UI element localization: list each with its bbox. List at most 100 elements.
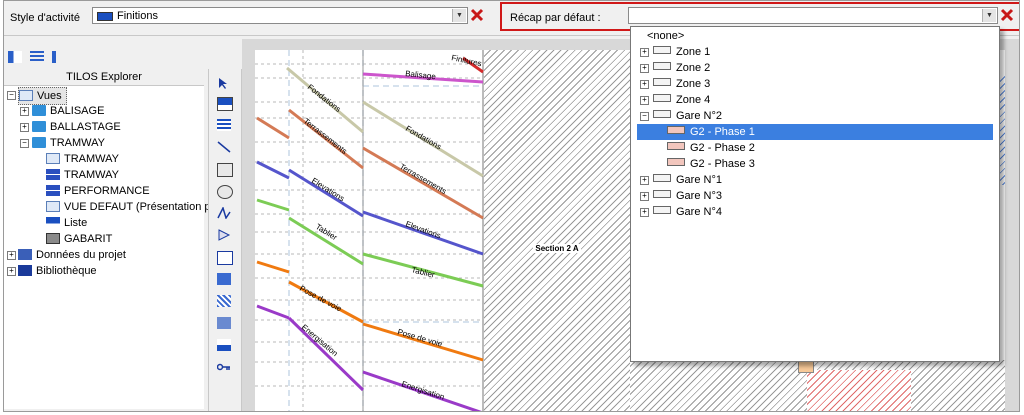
zone-icon bbox=[653, 174, 671, 182]
clear-recap-icon[interactable] bbox=[1000, 8, 1014, 22]
line-tool-icon[interactable] bbox=[217, 141, 231, 153]
zone-icon bbox=[653, 94, 671, 102]
expand-toggle-icon[interactable]: + bbox=[7, 267, 16, 276]
dd-item-gare3[interactable]: Gare N°3 bbox=[653, 188, 722, 204]
folder-open-icon bbox=[32, 137, 46, 148]
ellipse-tool-icon[interactable] bbox=[217, 185, 233, 199]
expand-toggle-icon[interactable]: + bbox=[20, 107, 29, 116]
expand-toggle-icon[interactable]: + bbox=[640, 192, 649, 201]
zone-icon bbox=[653, 206, 671, 214]
pattern-tool-icon[interactable] bbox=[217, 295, 231, 307]
dd-item-gare1[interactable]: Gare N°1 bbox=[653, 172, 722, 188]
red-hatch-area bbox=[807, 370, 911, 411]
tree-item-balisage[interactable]: BALISAGE bbox=[32, 103, 104, 119]
phase-icon bbox=[667, 126, 685, 134]
grid-view-icon bbox=[46, 153, 60, 164]
blue-hatch-area bbox=[1000, 75, 1005, 185]
triangle-tool-icon[interactable] bbox=[217, 229, 231, 241]
bars-view-icon bbox=[46, 169, 60, 180]
style-swatch-icon bbox=[97, 12, 113, 21]
activity-style-combo[interactable]: Finitions ▼ bbox=[92, 7, 468, 24]
tree-item-tramway-grid[interactable]: TRAMWAY bbox=[46, 151, 119, 167]
key-tool-icon[interactable] bbox=[216, 361, 231, 373]
zone-icon bbox=[653, 46, 671, 54]
collapse-tree-icon[interactable] bbox=[30, 51, 45, 63]
tree-item-vue-defaut[interactable]: VUE DEFAUT (Présentation pa bbox=[46, 199, 217, 215]
tree-item-bibliotheque[interactable]: Bibliothèque bbox=[18, 263, 97, 279]
list-view-icon bbox=[46, 217, 60, 228]
dd-item-zone1[interactable]: Zone 1 bbox=[653, 44, 710, 60]
dd-item-g2-phase2[interactable]: G2 - Phase 2 bbox=[667, 140, 755, 156]
application-window: Style d'activité Finitions ▼ Récap par d… bbox=[3, 0, 1020, 412]
paint-tool-icon[interactable] bbox=[217, 273, 231, 285]
tilos-explorer-panel: TILOS Explorer − Vues + BALISAGE + BALLA… bbox=[4, 69, 217, 409]
label-terrassements-2: Terrassements bbox=[398, 162, 448, 196]
expand-toggle-icon[interactable]: + bbox=[640, 176, 649, 185]
folder-icon bbox=[32, 121, 46, 132]
tree-item-tramway-folder[interactable]: TRAMWAY bbox=[32, 135, 105, 151]
dd-item-g2-phase1[interactable]: G2 - Phase 1 bbox=[637, 124, 993, 140]
expand-toggle-icon[interactable]: + bbox=[7, 251, 16, 260]
expand-toggle-icon[interactable]: + bbox=[640, 208, 649, 217]
explorer-title: TILOS Explorer bbox=[4, 69, 204, 86]
label-finitures: Finitures bbox=[451, 53, 483, 68]
dd-item-none[interactable]: <none> bbox=[647, 28, 684, 44]
expand-toggle-icon[interactable]: + bbox=[640, 48, 649, 57]
zone-icon bbox=[653, 110, 671, 118]
text-tool-icon[interactable] bbox=[217, 251, 233, 265]
label-energisation-1: Energisation bbox=[300, 323, 340, 358]
dd-item-zone3[interactable]: Zone 3 bbox=[653, 76, 710, 92]
label-energisation-2: Energisation bbox=[400, 379, 445, 401]
rectangle-tool-icon[interactable] bbox=[217, 163, 233, 177]
tree-view-icon[interactable] bbox=[52, 51, 67, 63]
tree-item-ballastage[interactable]: BALLASTAGE bbox=[32, 119, 121, 135]
expand-tree-icon[interactable] bbox=[8, 51, 22, 63]
chevron-down-icon[interactable]: ▼ bbox=[982, 9, 996, 22]
recap-combo[interactable]: ▼ bbox=[628, 7, 998, 24]
tree-item-performance[interactable]: PERFORMANCE bbox=[46, 183, 150, 199]
expand-toggle-icon[interactable]: + bbox=[640, 80, 649, 89]
pointer-tool-icon[interactable] bbox=[217, 77, 231, 89]
label-pose-de-voie-1: Pose de voie bbox=[298, 284, 344, 314]
printer-icon bbox=[46, 233, 60, 244]
label-balisage: Balisage bbox=[405, 69, 437, 81]
phase-icon bbox=[667, 142, 685, 150]
multi-bar-tool-icon[interactable] bbox=[217, 119, 231, 131]
tree-item-donnees[interactable]: Données du projet bbox=[18, 247, 126, 263]
tree-item-tramway-bars[interactable]: TRAMWAY bbox=[46, 167, 119, 183]
label-terrassements-1: Terrassements bbox=[302, 116, 349, 155]
dd-item-gare4[interactable]: Gare N°4 bbox=[653, 204, 722, 220]
views-icon bbox=[19, 90, 33, 101]
tree-item-liste[interactable]: Liste bbox=[46, 215, 87, 231]
expand-toggle-icon[interactable]: + bbox=[20, 123, 29, 132]
project-data-icon bbox=[18, 249, 32, 260]
expand-toggle-icon[interactable]: + bbox=[640, 64, 649, 73]
clear-style-icon[interactable] bbox=[470, 8, 484, 22]
book-icon bbox=[18, 265, 32, 276]
collapse-toggle-icon[interactable]: − bbox=[20, 139, 29, 148]
polyline-tool-icon[interactable] bbox=[217, 205, 231, 220]
bars-view-icon bbox=[46, 185, 60, 196]
image-tool-icon[interactable] bbox=[217, 317, 231, 329]
bar-tool-icon[interactable] bbox=[217, 97, 233, 111]
activity-style-value: Finitions bbox=[117, 10, 158, 22]
recap-dropdown-list[interactable]: <none> + Zone 1 + Zone 2 + Zone 3 + Zone… bbox=[630, 26, 1000, 362]
phase-icon bbox=[667, 158, 685, 166]
import-tool-icon[interactable] bbox=[217, 339, 231, 351]
grid-view-icon bbox=[46, 201, 60, 212]
activity-style-label: Style d'activité bbox=[10, 12, 80, 24]
zone-icon bbox=[653, 62, 671, 70]
collapse-toggle-icon[interactable]: − bbox=[7, 91, 16, 100]
dd-item-zone2[interactable]: Zone 2 bbox=[653, 60, 710, 76]
label-fondations-2: Fondations bbox=[404, 124, 443, 152]
tree-item-gabarit[interactable]: GABARIT bbox=[46, 231, 112, 247]
chevron-down-icon[interactable]: ▼ bbox=[452, 9, 466, 22]
dd-item-zone4[interactable]: Zone 4 bbox=[653, 92, 710, 108]
expand-toggle-icon[interactable]: + bbox=[640, 96, 649, 105]
dd-item-g2-phase3[interactable]: G2 - Phase 3 bbox=[667, 156, 755, 172]
explorer-toolbar bbox=[8, 51, 71, 66]
collapse-toggle-icon[interactable]: − bbox=[640, 112, 649, 121]
label-fondations-1: Fondations bbox=[306, 82, 343, 113]
section-label: Section 2 A bbox=[533, 244, 581, 253]
dd-item-gare2[interactable]: Gare N°2 bbox=[653, 108, 722, 124]
